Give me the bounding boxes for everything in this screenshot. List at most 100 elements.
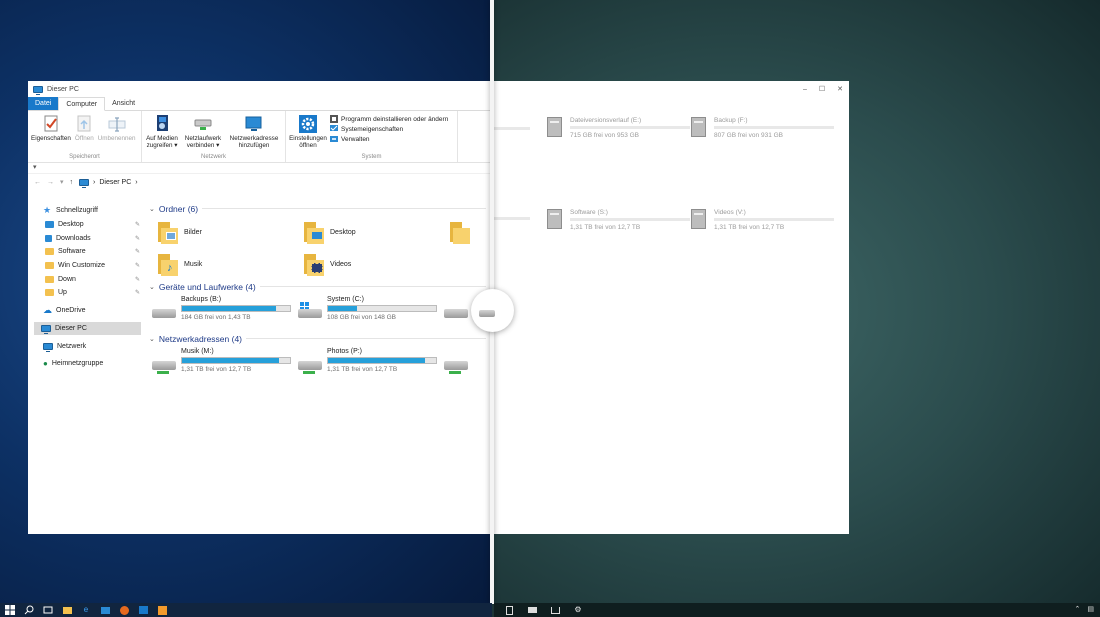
address-bar: ← → ▾ ↑ › Dieser PC ›: [28, 174, 490, 190]
drive-system-free: 108 GB frei von 148 GB: [327, 314, 397, 321]
right-drive-3-name: Videos (V:): [714, 209, 746, 216]
open-settings-button[interactable]: Einstellungen öffnen: [288, 113, 328, 154]
close-icon[interactable]: ✕: [837, 85, 843, 93]
right-drive-backup[interactable]: Backup (F:) 807 GB frei von 931 GB: [691, 117, 834, 139]
media-access-button[interactable]: Auf Medien zugreifen ▾: [144, 113, 180, 154]
tablet-icon[interactable]: [504, 605, 514, 615]
section-devices[interactable]: ⌄ Geräte und Laufwerke (4): [146, 279, 490, 294]
hard-drive-icon: [479, 307, 495, 317]
mail-icon[interactable]: [100, 605, 110, 615]
network-drive-music[interactable]: Musik (M:) 1,31 TB frei von 12,7 TB: [152, 348, 298, 381]
folder-item-pictures[interactable]: Bilder: [158, 219, 304, 245]
nav-quick-access[interactable]: ★ Schnellzugriff: [28, 204, 143, 218]
nav-item-software[interactable]: Software ✎: [28, 245, 143, 259]
hard-drive-icon: [152, 302, 177, 326]
network-drives-grid: Musik (M:) 1,31 TB frei von 12,7 TB Phot…: [146, 346, 490, 383]
right-drive-file-history[interactable]: Dateiversionsverlauf (E:) 715 GB frei von…: [547, 117, 690, 139]
open-icon: [75, 115, 93, 133]
window-title: Dieser PC: [47, 85, 79, 93]
outlook-icon[interactable]: [138, 605, 148, 615]
add-network-location-button[interactable]: Netzwerkadresse hinzufügen: [226, 113, 282, 154]
rename-label: Umbenennen: [97, 135, 136, 142]
printer-icon[interactable]: [527, 605, 537, 615]
nav-quick-access-label: Schnellzugriff: [56, 207, 98, 215]
network-share-icon[interactable]: [550, 605, 560, 615]
nav-item-win-customize[interactable]: Win Customize ✎: [28, 259, 143, 273]
file-explorer-icon[interactable]: [62, 605, 72, 615]
network-drive-photos[interactable]: Photos (P:) 1,31 TB frei von 12,7 TB: [298, 348, 444, 381]
system-properties-button[interactable]: Systemeigenschaften: [330, 125, 448, 133]
maximize-icon[interactable]: ☐: [819, 85, 825, 93]
folder-item-desktop[interactable]: Desktop: [304, 219, 450, 245]
homegroup-icon: ●: [43, 359, 48, 369]
start-windows-icon[interactable]: [5, 605, 15, 615]
section-network[interactable]: ⌄ Netzwerkadressen (4): [146, 331, 490, 346]
drive-icon: [691, 117, 706, 137]
nav-item-desktop[interactable]: Desktop ✎: [28, 218, 143, 232]
navigation-pane: ★ Schnellzugriff Desktop ✎ Downloads ✎ S…: [28, 201, 143, 534]
forward-arrow-icon[interactable]: →: [47, 179, 54, 186]
open-button[interactable]: Öffnen: [74, 113, 95, 154]
folder-item-music[interactable]: ♪ Musik: [158, 251, 304, 277]
nav-homegroup-label: Heimnetzgruppe: [51, 360, 104, 368]
nav-homegroup[interactable]: ● Heimnetzgruppe: [28, 357, 143, 371]
notification-icon[interactable]: ▤: [1087, 605, 1094, 613]
breadcrumb[interactable]: › Dieser PC ›: [79, 178, 138, 188]
group-label-network: Netzwerk: [200, 154, 226, 161]
hard-drive-icon: [444, 302, 469, 326]
tab-view[interactable]: Ansicht: [105, 97, 142, 110]
system-properties-label: Systemeigenschaften: [341, 125, 404, 133]
edge-browser-icon[interactable]: e: [81, 605, 91, 615]
nav-network-label: Netzwerk: [57, 342, 87, 350]
folder-item-documents-partial[interactable]: [450, 219, 490, 245]
network-drive-partial[interactable]: [444, 348, 484, 381]
right-drive-videos[interactable]: Videos (V:) 1,31 TB frei von 12,7 TB: [691, 209, 834, 231]
tab-file[interactable]: Datei: [28, 97, 59, 110]
recent-dropdown-icon[interactable]: ▾: [60, 178, 64, 186]
right-drive-1-free: 807 GB frei von 931 GB: [714, 132, 784, 139]
right-drive-software[interactable]: Software (S:) 1,31 TB frei von 12,7 TB: [547, 209, 690, 231]
drive-item-backups[interactable]: Backups (B:) 184 GB frei von 1,43 TB: [152, 296, 298, 329]
qat-dropdown-icon[interactable]: ▾: [33, 164, 37, 171]
uninstall-program-button[interactable]: Programm deinstallieren oder ändern: [330, 115, 448, 123]
drive-item-system[interactable]: System (C:) 108 GB frei von 148 GB: [298, 296, 444, 329]
content-area: ★ Schnellzugriff Desktop ✎ Downloads ✎ S…: [28, 201, 490, 534]
nav-software-label: Software: [58, 248, 86, 256]
downloads-icon: [45, 234, 52, 242]
search-icon[interactable]: [24, 605, 34, 615]
folder-item-videos[interactable]: Videos: [304, 251, 450, 277]
manage-button[interactable]: Verwalten: [330, 135, 448, 143]
nav-item-downloads[interactable]: Downloads ✎: [28, 231, 143, 245]
settings-gear-icon: [299, 115, 317, 133]
drive-usage-fill: [328, 358, 426, 363]
nav-this-pc[interactable]: Dieser PC: [34, 321, 141, 336]
network-music-usage-bar: [181, 357, 291, 364]
map-network-drive-label: Netzlaufwerk verbinden ▾: [184, 135, 222, 149]
back-arrow-icon[interactable]: ←: [34, 179, 41, 186]
folder-desktop-label: Desktop: [330, 228, 356, 236]
drive-backups-usage-bar: [181, 305, 291, 312]
tab-computer[interactable]: Computer: [58, 97, 106, 111]
title-bar: Dieser PC: [28, 81, 490, 97]
right-drive-3-free: 1,31 TB frei von 12,7 TB: [714, 224, 785, 231]
nav-item-down[interactable]: Down ✎: [28, 272, 143, 286]
rename-button[interactable]: Umbenennen: [97, 113, 137, 154]
map-network-drive-button[interactable]: Netzlaufwerk verbinden ▾: [182, 113, 224, 154]
firefox-icon[interactable]: [119, 605, 129, 615]
cloud-icon: ☁: [43, 305, 52, 316]
properties-button[interactable]: Eigenschaften: [30, 113, 72, 154]
nav-item-up[interactable]: Up ✎: [28, 286, 143, 300]
section-folders[interactable]: ⌄ Ordner (6): [146, 201, 490, 216]
app-icon-orange[interactable]: [157, 605, 167, 615]
minimize-icon[interactable]: –: [803, 86, 807, 93]
chevron-down-icon: ⌄: [149, 335, 155, 343]
taskbar: e: [0, 603, 492, 617]
tray-chevron-up-icon[interactable]: ⌃: [1075, 605, 1081, 613]
settings-icon[interactable]: ⚙: [573, 605, 583, 615]
comparison-slider-handle[interactable]: [471, 289, 514, 332]
up-arrow-icon[interactable]: ↑: [70, 179, 74, 186]
nav-network[interactable]: Netzwerk: [28, 339, 143, 353]
task-view-icon[interactable]: [43, 605, 53, 615]
nav-onedrive[interactable]: ☁ OneDrive: [28, 304, 143, 318]
media-access-icon: [153, 115, 171, 133]
